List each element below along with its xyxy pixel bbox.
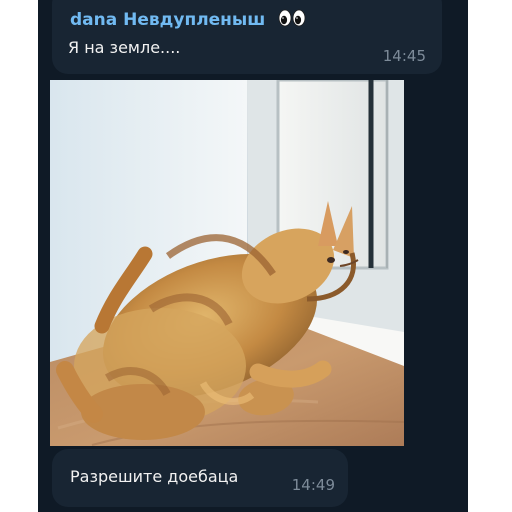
message-time: 14:49 — [291, 476, 335, 494]
message-time: 14:45 — [382, 47, 426, 65]
message-bubble-2[interactable]: Разрешите доебаца 14:49 — [52, 449, 348, 507]
video-message[interactable] — [50, 80, 404, 446]
screenshot-viewport: dana Невдупленыш Я на земле.... 14:45 Ра… — [0, 0, 512, 512]
message-text: Разрешите доебаца — [70, 467, 239, 486]
message-text: Я на земле.... — [68, 38, 181, 57]
sender-name-text[interactable]: dana Невдупленыш — [70, 10, 265, 30]
cat-lying-on-floor-image — [50, 80, 404, 446]
eyes-icon — [277, 9, 307, 32]
sender-name[interactable]: dana Невдупленыш — [70, 9, 307, 32]
message-bubble-1[interactable]: dana Невдупленыш Я на земле.... 14:45 — [52, 0, 442, 74]
